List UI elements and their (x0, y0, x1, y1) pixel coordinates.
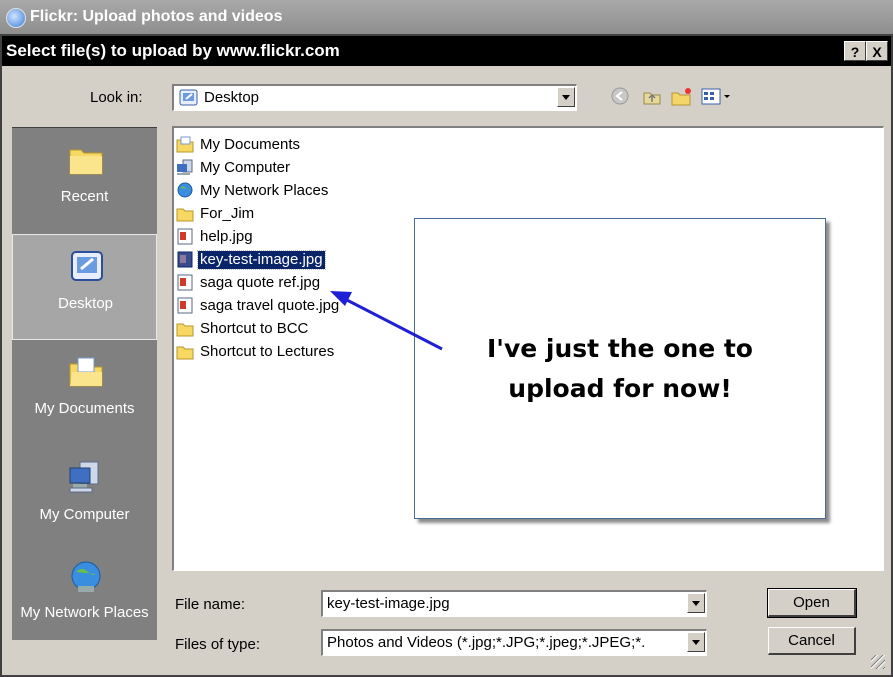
cancel-button[interactable]: Cancel (768, 627, 856, 655)
file-name-input[interactable]: key-test-image.jpg (321, 590, 707, 617)
look-in-label: Look in: (90, 89, 143, 106)
close-button[interactable]: X (866, 41, 888, 61)
documents-icon (176, 136, 194, 153)
callout-line-2: upload for now! (508, 374, 732, 403)
desktop-icon (179, 89, 198, 106)
window-title: Flickr: Upload photos and videos (30, 8, 283, 25)
place-recent[interactable]: Recent (12, 128, 157, 234)
network-icon (71, 561, 101, 592)
callout-line-1: I've just the one to (487, 334, 753, 363)
place-my-documents[interactable]: My Documents (12, 340, 157, 446)
documents-icon (69, 357, 103, 387)
image-file-icon (177, 274, 193, 291)
window-title-bar: Flickr: Upload photos and videos (0, 0, 893, 34)
computer-icon (69, 461, 99, 493)
view-menu-icon[interactable] (700, 85, 736, 107)
place-my-computer[interactable]: My Computer (12, 446, 157, 552)
file-type-dropdown[interactable]: Photos and Videos (*.jpg;*.JPG;*.jpeg;*.… (321, 629, 707, 656)
help-button[interactable]: ? (844, 41, 866, 61)
place-desktop[interactable]: Desktop (12, 234, 157, 340)
chevron-down-icon[interactable] (557, 87, 575, 107)
folder-icon (176, 323, 194, 337)
place-my-network[interactable]: My Network Places (12, 546, 157, 652)
network-icon (177, 182, 193, 198)
chevron-down-icon[interactable] (687, 593, 705, 613)
look-in-value: Desktop (204, 89, 260, 106)
file-type-label: Files of type: (175, 636, 261, 653)
chevron-down-icon[interactable] (687, 632, 705, 652)
new-folder-icon[interactable] (670, 85, 694, 107)
resize-grip[interactable] (871, 655, 885, 669)
flickr-app-icon (6, 8, 26, 28)
look-in-dropdown[interactable]: Desktop (172, 84, 577, 111)
folder-icon (176, 346, 194, 360)
open-button[interactable]: Open (767, 588, 857, 618)
dialog-title-bar: Select file(s) to upload by www.flickr.c… (2, 36, 891, 66)
file-name-label: File name: (175, 596, 246, 613)
image-file-icon (177, 297, 193, 314)
callout-text: I've just the one to upload for now! (415, 329, 825, 409)
annotation-callout: I've just the one to upload for now! (414, 218, 826, 519)
folder-icon (69, 149, 103, 175)
back-icon[interactable] (608, 85, 632, 107)
desktop-icon (71, 251, 103, 281)
up-folder-icon[interactable] (640, 85, 664, 107)
places-bar: Recent Desktop My Documents My Computer … (12, 127, 157, 640)
computer-icon (177, 159, 193, 175)
image-file-icon (177, 228, 193, 245)
dialog-title: Select file(s) to upload by www.flickr.c… (6, 41, 340, 60)
folder-icon (176, 208, 194, 222)
image-file-icon (177, 251, 193, 268)
